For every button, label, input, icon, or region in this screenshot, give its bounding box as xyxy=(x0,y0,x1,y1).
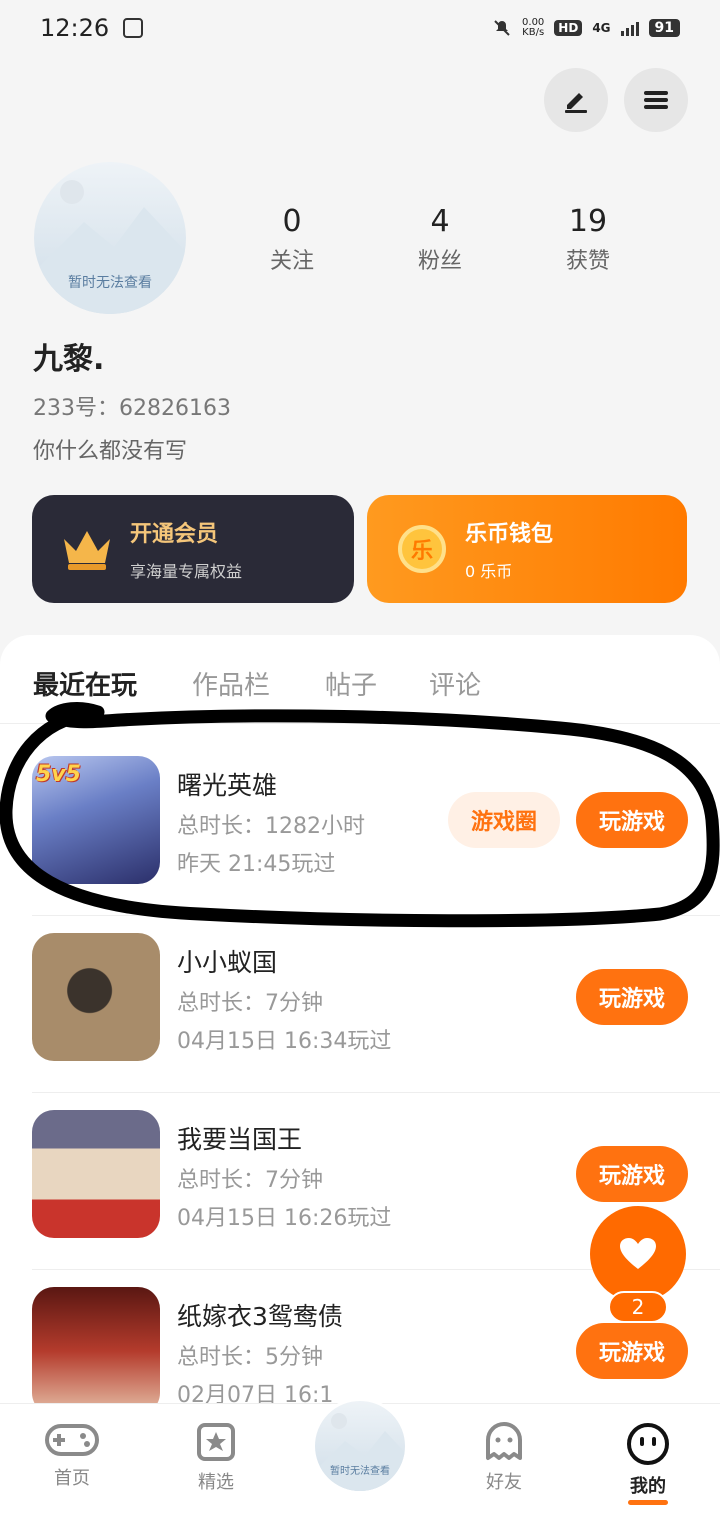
play-game-button[interactable]: 玩游戏 xyxy=(576,969,688,1025)
nav-friends[interactable]: 好友 xyxy=(454,1422,554,1494)
tab-bar: 最近在玩 作品栏 帖子 评论 xyxy=(0,665,720,723)
wallet-card[interactable]: 乐 乐币钱包 0 乐币 xyxy=(367,495,687,603)
hd-badge: HD xyxy=(554,20,583,36)
bio: 你什么都没有写 xyxy=(33,439,188,464)
mute-icon xyxy=(494,20,510,36)
nav-featured[interactable]: 精选 xyxy=(166,1422,266,1494)
tab-divider xyxy=(0,723,720,724)
stat-likes-value: 19 xyxy=(568,204,608,239)
game-last-played: 昨天 21:45玩过 xyxy=(177,852,336,877)
stat-fans-label: 粉丝 xyxy=(417,249,462,274)
placeholder-mountain-icon xyxy=(315,1431,405,1491)
nickname: 九黎. xyxy=(33,342,105,377)
signal-icon xyxy=(620,20,639,36)
tab-posts[interactable]: 帖子 xyxy=(325,665,377,702)
battery-icon: 91 xyxy=(648,19,680,37)
status-time: 12:26 xyxy=(40,14,110,42)
play-game-button[interactable]: 玩游戏 xyxy=(576,1146,688,1202)
stat-likes-label: 获赞 xyxy=(565,249,610,274)
vip-card[interactable]: 开通会员 享海量专属权益 xyxy=(32,495,354,603)
game-row[interactable]: 小小蚁国 总时长：7分钟 04月15日 16:34玩过 玩游戏 xyxy=(0,933,720,1110)
nav-home-label: 首页 xyxy=(54,1468,90,1489)
stat-following[interactable]: 0 关注 xyxy=(232,204,352,275)
heart-icon xyxy=(620,1238,656,1269)
game-name: 纸嫁衣3鸳鸯债 xyxy=(177,1302,343,1331)
stat-following-label: 关注 xyxy=(269,249,314,274)
game-icon xyxy=(32,1287,160,1415)
ghost-icon xyxy=(486,1422,522,1460)
game-duration: 总时长：7分钟 xyxy=(177,1168,323,1193)
bottom-nav: 首页 精选 暂时无法查看 好友 我的 xyxy=(0,1398,720,1516)
game-name: 我要当国王 xyxy=(177,1125,303,1154)
vip-title: 开通会员 xyxy=(130,522,219,547)
stat-fans[interactable]: 4 粉丝 xyxy=(380,204,500,275)
edit-profile-button[interactable] xyxy=(544,68,608,132)
favorite-count-badge: 2 xyxy=(608,1291,668,1323)
crown-icon xyxy=(58,520,116,578)
net-speed-unit: KB/s xyxy=(522,27,545,38)
star-card-icon xyxy=(197,1423,235,1461)
game-last-played: 04月15日 16:34玩过 xyxy=(177,1029,392,1054)
coin-icon: 乐 xyxy=(398,525,446,573)
game-duration: 总时长：7分钟 xyxy=(177,991,323,1016)
nav-active-indicator xyxy=(628,1500,668,1505)
gamepad-icon xyxy=(45,1424,99,1456)
row-divider xyxy=(32,1092,720,1093)
game-duration: 总时长：1282小时 xyxy=(177,814,365,839)
tab-recent[interactable]: 最近在玩 xyxy=(33,665,137,702)
game-name: 曙光英雄 xyxy=(177,771,278,800)
nav-home[interactable]: 首页 xyxy=(22,1422,122,1490)
nav-center-text: 暂时无法查看 xyxy=(330,1466,390,1477)
game-circle-button[interactable]: 游戏圈 xyxy=(448,792,560,848)
tab-works[interactable]: 作品栏 xyxy=(192,665,270,702)
network-label: 4G xyxy=(592,21,611,35)
wallet-title: 乐币钱包 xyxy=(465,522,554,547)
game-row[interactable]: 5v5 曙光英雄 总时长：1282小时 昨天 21:45玩过 游戏圈 玩游戏 xyxy=(0,756,720,933)
game-icon xyxy=(32,933,160,1061)
avatar[interactable]: 暂时无法查看 xyxy=(34,162,186,314)
row-divider xyxy=(32,915,720,916)
favorite-fab[interactable] xyxy=(590,1206,686,1302)
stat-fans-value: 4 xyxy=(430,204,450,239)
user-id: 233号：62826163 xyxy=(33,396,231,421)
app-notification-icon xyxy=(123,18,144,38)
nav-me-label: 我的 xyxy=(630,1476,666,1497)
nav-center-avatar[interactable]: 暂时无法查看 xyxy=(312,1398,408,1494)
wallet-balance: 0 乐币 xyxy=(465,562,513,581)
game-last-played: 04月15日 16:26玩过 xyxy=(177,1206,392,1231)
game-name: 小小蚁国 xyxy=(177,948,278,977)
stat-following-value: 0 xyxy=(282,204,302,239)
pencil-icon xyxy=(565,93,587,113)
menu-button[interactable] xyxy=(624,68,688,132)
stat-likes[interactable]: 19 获赞 xyxy=(528,204,648,275)
face-icon xyxy=(627,1423,669,1465)
nav-friends-label: 好友 xyxy=(486,1472,522,1493)
play-game-button[interactable]: 玩游戏 xyxy=(576,1323,688,1379)
avatar-placeholder-text: 暂时无法查看 xyxy=(68,275,152,291)
tab-comments[interactable]: 评论 xyxy=(429,665,481,702)
net-speed: 0.00 KB/s xyxy=(522,18,544,38)
game-badge: 5v5 xyxy=(36,762,81,787)
game-duration: 总时长：5分钟 xyxy=(177,1345,323,1370)
game-icon xyxy=(32,1110,160,1238)
game-icon: 5v5 xyxy=(32,756,160,884)
play-game-button[interactable]: 玩游戏 xyxy=(576,792,688,848)
hamburger-icon xyxy=(644,91,668,109)
vip-subtitle: 享海量专属权益 xyxy=(130,562,243,581)
nav-featured-label: 精选 xyxy=(198,1472,234,1493)
status-bar: 12:26 0.00 KB/s HD 4G 91 xyxy=(0,0,720,56)
nav-me[interactable]: 我的 xyxy=(598,1422,698,1505)
